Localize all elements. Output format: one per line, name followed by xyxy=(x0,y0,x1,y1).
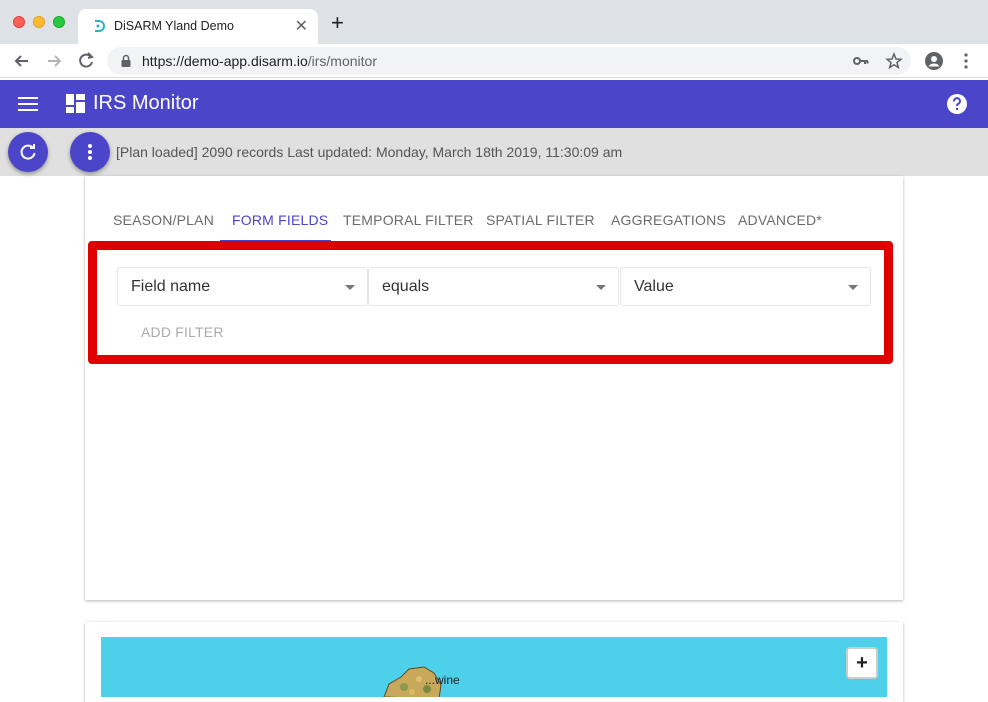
app-bar: IRS Monitor xyxy=(0,80,988,128)
browser-titlebar: DiSARM Yland Demo ✕ + xyxy=(0,0,988,44)
new-tab-button[interactable]: + xyxy=(331,12,344,34)
more-vert-icon[interactable] xyxy=(956,51,976,71)
refresh-button[interactable] xyxy=(8,132,48,172)
browser-tab[interactable]: DiSARM Yland Demo ✕ xyxy=(78,9,318,44)
tab-aggregations[interactable]: AGGREGATIONS xyxy=(611,212,726,228)
url-path: /irs/monitor xyxy=(307,53,377,69)
tab-spatial-filter[interactable]: SPATIAL FILTER xyxy=(486,212,595,228)
tab-temporal-filter[interactable]: TEMPORAL FILTER xyxy=(343,212,474,228)
url-text: https://demo-app.disarm.io/irs/monitor xyxy=(142,53,377,69)
dashboard-icon xyxy=(66,94,85,113)
more-options-button[interactable] xyxy=(70,132,110,172)
profile-icon[interactable] xyxy=(924,51,944,71)
back-arrow-icon[interactable] xyxy=(11,50,33,72)
lock-icon xyxy=(121,54,131,67)
tab-season-plan[interactable]: SEASON/PLAN xyxy=(113,212,214,228)
zoom-in-button[interactable]: + xyxy=(846,647,878,679)
key-icon[interactable] xyxy=(852,52,870,70)
map-place-label: ...wine xyxy=(425,673,460,687)
browser-toolbar: https://demo-app.disarm.io/irs/monitor xyxy=(0,44,988,78)
star-icon[interactable] xyxy=(885,52,903,70)
hamburger-menu-icon[interactable] xyxy=(18,95,38,113)
tab-form-fields[interactable]: FORM FIELDS xyxy=(232,212,328,228)
maximize-window-button[interactable] xyxy=(53,16,65,28)
close-window-button[interactable] xyxy=(13,16,25,28)
tab-title: DiSARM Yland Demo xyxy=(114,19,234,33)
refresh-icon xyxy=(20,144,36,160)
highlight-box xyxy=(88,241,893,364)
app-title: IRS Monitor xyxy=(93,92,199,114)
status-text: [Plan loaded] 2090 records Last updated:… xyxy=(116,144,623,160)
reload-icon[interactable] xyxy=(75,50,97,72)
help-icon[interactable] xyxy=(946,93,968,115)
address-bar[interactable]: https://demo-app.disarm.io/irs/monitor xyxy=(107,47,911,75)
status-bar: [Plan loaded] 2090 records Last updated:… xyxy=(0,128,988,176)
filter-card: SEASON/PLAN FORM FIELDS TEMPORAL FILTER … xyxy=(85,176,903,600)
more-vert-icon xyxy=(88,144,92,160)
disarm-favicon-icon xyxy=(95,20,105,32)
map-view[interactable]: ...wine xyxy=(101,637,887,697)
url-host: https://demo-app.disarm.io xyxy=(142,53,308,69)
tab-advanced[interactable]: ADVANCED* xyxy=(738,212,822,228)
forward-arrow-icon[interactable] xyxy=(43,50,65,72)
minimize-window-button[interactable] xyxy=(33,16,45,28)
close-tab-icon[interactable]: ✕ xyxy=(295,16,308,36)
